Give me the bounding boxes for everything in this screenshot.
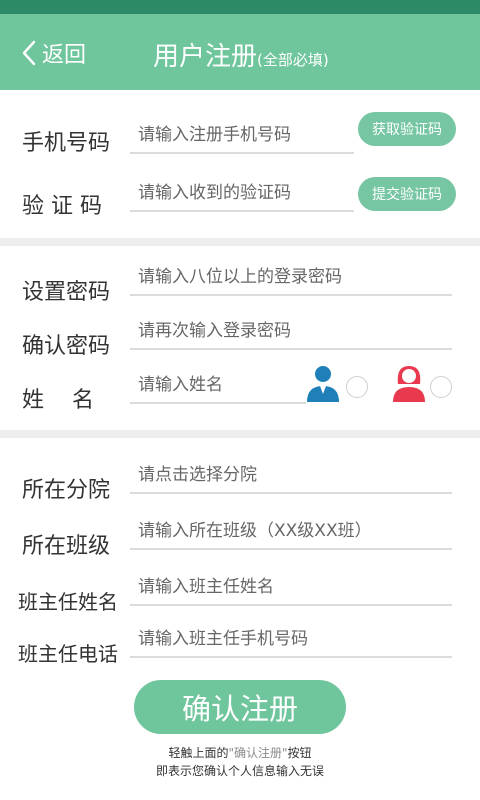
section-divider [0, 430, 480, 438]
confirm-password-input[interactable] [130, 314, 452, 350]
password-label: 设置密码 [22, 280, 111, 305]
class-input[interactable] [130, 514, 452, 550]
header-bar: 返回 用户注册(全部必填) [0, 14, 480, 90]
code-row: 验 证 码 提交验证码 [0, 170, 480, 226]
confirm-password-row: 确认密码 [0, 312, 480, 368]
notice-suffix: 按钮 [287, 746, 312, 760]
teacher-phone-row: 班主任电话 [0, 620, 480, 676]
teacher-name-input[interactable] [130, 570, 452, 606]
male-user-icon [307, 366, 339, 402]
phone-input[interactable] [130, 118, 354, 154]
page-title: 用户注册(全部必填) [153, 36, 329, 73]
submit-code-button[interactable]: 提交验证码 [358, 177, 456, 211]
code-input[interactable] [130, 176, 354, 212]
class-label: 所在班级 [22, 534, 111, 559]
back-button[interactable]: 返回 [20, 36, 86, 70]
chevron-left-icon [22, 40, 36, 66]
phone-label: 手机号码 [22, 131, 111, 156]
code-label: 验 证 码 [22, 194, 102, 219]
back-label: 返回 [42, 43, 87, 68]
phone-row: 手机号码 获取验证码 [0, 106, 480, 162]
gender-female-option[interactable] [390, 362, 458, 406]
notice-prefix: 轻触上面的 [168, 746, 229, 760]
section-divider [0, 238, 480, 246]
password-input[interactable] [130, 260, 452, 296]
class-row: 所在班级 [0, 512, 480, 568]
teacher-phone-input[interactable] [130, 622, 452, 658]
branch-label: 所在分院 [22, 478, 111, 503]
female-user-icon [393, 366, 425, 402]
confirm-password-label: 确认密码 [22, 334, 111, 359]
confirm-register-button[interactable]: 确认注册 [134, 680, 346, 734]
required-note: (全部必填) [257, 51, 329, 69]
get-code-button[interactable]: 获取验证码 [358, 112, 456, 146]
password-row: 设置密码 [0, 258, 480, 314]
notice-highlight: "确认注册" [228, 746, 288, 760]
page-title-text: 用户注册 [153, 42, 258, 72]
name-label: 姓 名 [22, 388, 94, 413]
male-radio[interactable] [346, 376, 368, 398]
notice-line-1: 轻触上面的"确认注册"按钮 [0, 744, 480, 761]
teacher-name-label: 班主任姓名 [18, 590, 118, 614]
name-input[interactable] [130, 368, 306, 404]
status-bar [0, 0, 480, 14]
teacher-phone-label: 班主任电话 [18, 642, 118, 666]
branch-row: 所在分院 [0, 456, 480, 512]
branch-select[interactable] [130, 458, 452, 494]
female-radio[interactable] [430, 376, 452, 398]
teacher-name-row: 班主任姓名 [0, 568, 480, 624]
notice-line-2: 即表示您确认个人信息输入无误 [155, 764, 324, 778]
gender-male-option[interactable] [304, 362, 372, 406]
